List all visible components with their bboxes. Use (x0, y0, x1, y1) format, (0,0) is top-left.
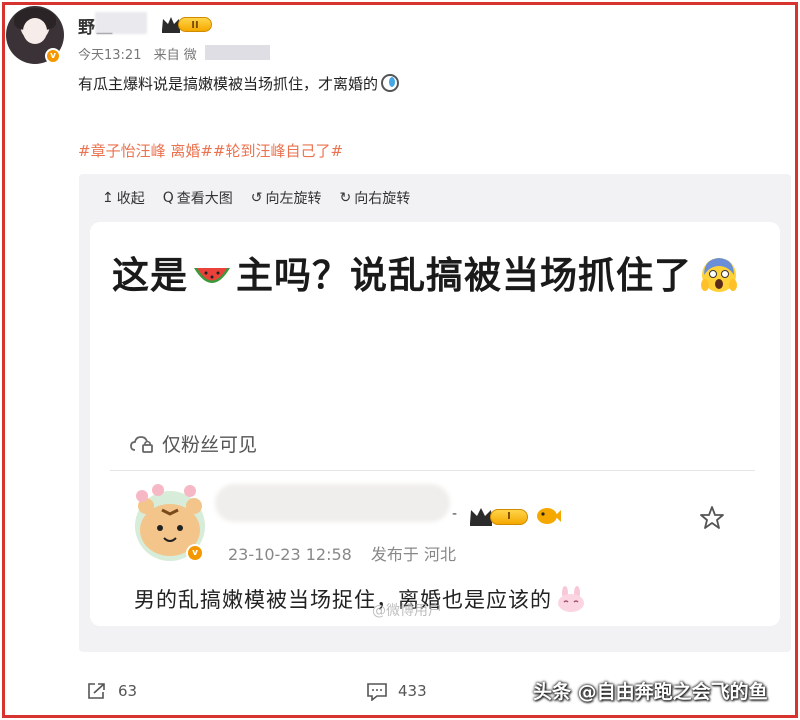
collapse-label: 收起 (116, 191, 145, 207)
bunny-emoji-icon (558, 586, 584, 612)
comment-text: 男的乱搞嫩模被当场捉住，离婚也是应该的 (134, 588, 552, 612)
source-redaction (205, 45, 270, 60)
rotate-left-button[interactable]: ↺ 向左旋转 (251, 188, 322, 208)
sweat-face-emoji-icon (381, 74, 400, 92)
post-time[interactable]: 今天13:21 (78, 48, 141, 63)
image-watermark: @微博用户 (372, 603, 442, 619)
share-icon (88, 683, 105, 699)
vip-level: II (178, 17, 212, 32)
watermelon-emoji-icon (194, 268, 230, 283)
comment-meta: 23-10-23 12:58 发布于 河北 (228, 541, 470, 565)
avatar-face (23, 18, 47, 44)
rotate-left-icon: ↺ (250, 190, 263, 206)
post-source: 来自 微 (153, 48, 197, 63)
collapse-button[interactable]: ↥ 收起 (102, 188, 145, 208)
post-text: 有瓜主爆料说是搞嫩模被当场抓住，才离婚的 (78, 75, 379, 93)
commenter-vip-badge[interactable]: I (468, 505, 530, 527)
comment-icon (367, 683, 387, 701)
hashtag-links[interactable]: #章子怡汪峰 离婚##轮到汪峰自己了# (78, 140, 343, 161)
view-large-button[interactable]: Q 查看大图 (163, 188, 233, 208)
comment-location: 发布于 河北 (370, 545, 457, 564)
fans-only-text: 仅粉丝可见 (162, 434, 258, 456)
rotate-right-button[interactable]: ↻ 向右旋转 (340, 188, 411, 208)
verified-badge-icon: v (45, 48, 61, 64)
lock-cloud-icon (130, 435, 153, 453)
collapse-icon: ↥ (102, 190, 114, 206)
divider (110, 470, 755, 471)
share-count: 63 (118, 682, 138, 700)
comment-button[interactable]: 433 (366, 681, 427, 701)
headline-part2: 主吗？说乱搞被当场抓住了 (236, 254, 692, 297)
comment-count: 433 (398, 682, 427, 700)
vip-badge[interactable]: II (160, 14, 212, 34)
fans-only-label: 仅粉丝可见 (130, 430, 257, 457)
fish-badge-icon (537, 508, 561, 524)
viewer-toolbar: ↥ 收起 Q 查看大图 ↺ 向左旋转 ↻ 向右旋转 (102, 188, 410, 208)
magnifier-icon: Q (162, 190, 174, 206)
headline-part1: 这是 (112, 254, 188, 297)
comment-body: 男的乱搞嫩模被当场捉住，离婚也是应该的 (134, 584, 586, 614)
post-meta: 今天13:21 来自 微 (78, 44, 205, 63)
screaming-face-emoji-icon (701, 258, 737, 292)
rotate-right-label: 向右旋转 (354, 191, 411, 207)
comment-time: 23-10-23 12:58 (228, 545, 352, 564)
toutiao-watermark: 头条 @自由奔跑之会飞的鱼 (533, 681, 768, 703)
commenter-name-redaction (215, 484, 450, 522)
name-dash: - (452, 506, 458, 522)
share-button[interactable]: 63 (86, 681, 137, 701)
view-large-label: 查看大图 (176, 191, 233, 207)
username-redaction (95, 12, 147, 34)
commenter-verified-icon: v (186, 544, 204, 562)
rotate-right-icon: ↻ (339, 190, 352, 206)
commenter-vip-level: I (490, 509, 528, 525)
favorite-star-icon[interactable] (698, 504, 726, 532)
post-body: 有瓜主爆料说是搞嫩模被当场抓住，才离婚的 (78, 73, 400, 94)
rotate-left-label: 向左旋转 (265, 191, 322, 207)
image-headline: 这是 主吗？说乱搞被当场抓住了 (112, 248, 762, 304)
